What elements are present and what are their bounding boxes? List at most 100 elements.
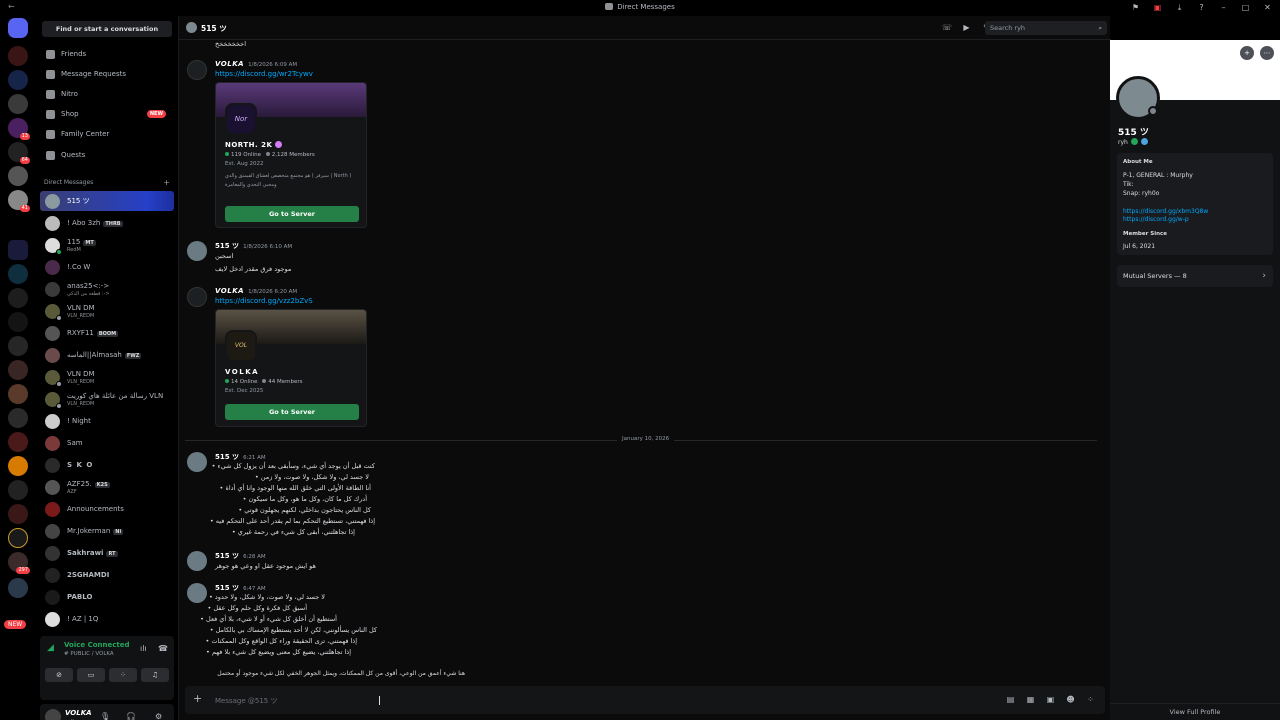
server-icon[interactable] [8, 384, 28, 404]
video-call-icon[interactable]: ▶ [962, 23, 971, 32]
download-icon[interactable]: ⤓ [1175, 3, 1184, 12]
minimize-icon[interactable]: – [1219, 3, 1228, 12]
dm-item[interactable]: رسالة من عائلة هاي كوريت VLN VLN_REDM [40, 389, 174, 409]
server-icon[interactable]: 13 [8, 118, 30, 140]
nav-shop[interactable]: Shop NEW [40, 105, 174, 123]
add-attachment-icon[interactable]: + [193, 693, 202, 705]
nav-message-requests[interactable]: Message Requests [40, 65, 174, 83]
server-icon[interactable] [8, 528, 28, 548]
sticker-icon[interactable]: ▣ [1046, 695, 1055, 704]
dm-item[interactable]: 115 MT RedM [40, 235, 174, 255]
create-dm-icon[interactable]: + [163, 178, 170, 187]
author-name[interactable]: 515 ツ [215, 552, 239, 560]
about-link[interactable]: https://discord.gg/w-p [1123, 216, 1189, 223]
server-icon[interactable] [8, 94, 28, 114]
invite-link[interactable]: https://discord.gg/wr2Tcywv [215, 70, 313, 78]
channel-name[interactable]: 515 ツ [201, 23, 227, 34]
avatar[interactable] [45, 709, 61, 720]
disconnect-icon[interactable]: ☎ [158, 644, 168, 653]
server-icon[interactable] [8, 336, 28, 356]
maximize-icon[interactable]: □ [1241, 3, 1250, 12]
message-input[interactable]: Message @515 ツ [215, 696, 278, 706]
search-input[interactable]: Search ryh ⌕ [985, 21, 1107, 35]
server-icon[interactable]: 297 [8, 552, 30, 574]
about-link[interactable]: https://discord.gg/xbm3Q8w [1123, 208, 1208, 215]
author-name[interactable]: VOLKA [215, 60, 244, 68]
server-icon[interactable] [8, 432, 28, 452]
server-icon[interactable] [8, 456, 28, 476]
dm-item[interactable]: VLN DM VLN_REDM [40, 301, 174, 321]
noise-suppression-icon[interactable]: ılı [140, 644, 147, 653]
username[interactable]: VOLKA [65, 709, 92, 717]
invite-link[interactable]: https://discord.gg/vzz2bZvS [215, 297, 313, 305]
nav-friends[interactable]: Friends [40, 45, 174, 63]
server-icon[interactable] [8, 288, 28, 308]
avatar[interactable] [187, 583, 207, 603]
settings-gear-icon[interactable]: ⚙ [155, 712, 162, 720]
dm-item[interactable]: ! Abo 3zh THRB [40, 213, 174, 233]
server-icon[interactable] [8, 312, 28, 332]
microphone-icon[interactable]: 🎙 [100, 712, 110, 720]
server-icon[interactable] [8, 166, 28, 186]
dm-item[interactable]: Announcements [40, 499, 174, 519]
author-name[interactable]: 515 ツ [215, 453, 239, 461]
server-icon[interactable]: 41 [8, 190, 30, 212]
server-icon[interactable] [8, 46, 28, 66]
camera-button[interactable]: ⊘ [45, 668, 73, 682]
profile-avatar[interactable] [1116, 76, 1160, 120]
server-icon[interactable] [8, 408, 28, 428]
server-icon[interactable] [8, 264, 28, 284]
dm-item[interactable]: 515 ツ [40, 191, 174, 211]
find-conversation-button[interactable]: Find or start a conversation [42, 21, 172, 37]
gif-icon[interactable]: ▦ [1026, 695, 1035, 704]
nav-family-center[interactable]: Family Center [40, 125, 174, 143]
server-folder[interactable] [8, 240, 28, 260]
nav-nitro[interactable]: Nitro [40, 85, 174, 103]
dm-item[interactable]: الماسه||Almasah FWZ [40, 345, 174, 365]
help-icon[interactable]: ? [1197, 3, 1206, 12]
server-icon[interactable] [8, 504, 28, 524]
author-name[interactable]: VOLKA [215, 287, 244, 295]
dm-item[interactable]: Sakhrawi RT [40, 543, 174, 563]
dm-item[interactable]: RXYF11 BOOM [40, 323, 174, 343]
dm-item[interactable]: ! Night [40, 411, 174, 431]
headphones-icon[interactable]: 🎧 [126, 712, 136, 720]
screen-share-button[interactable]: ▭ [77, 668, 105, 682]
add-friend-icon[interactable]: + [1240, 46, 1254, 60]
avatar[interactable] [187, 452, 207, 472]
nav-quests[interactable]: Quests [40, 146, 174, 164]
avatar[interactable] [187, 241, 207, 261]
dm-item[interactable]: VLN DM VLN_REDM [40, 367, 174, 387]
server-icon[interactable] [8, 578, 28, 598]
server-icon[interactable]: 64 [8, 142, 30, 164]
activities-button[interactable]: ⁘ [109, 668, 137, 682]
emoji-icon[interactable]: ☻ [1066, 695, 1075, 704]
dm-item[interactable]: Mr.Jokerman Ni [40, 521, 174, 541]
close-icon[interactable]: ✕ [1263, 3, 1272, 12]
dm-item[interactable]: PABLO [40, 587, 174, 607]
mutual-servers-button[interactable]: Mutual Servers — 8 › [1117, 265, 1273, 287]
server-icon[interactable] [8, 480, 28, 500]
dm-item[interactable]: S K O [40, 455, 174, 475]
soundboard-button[interactable]: ♫ [141, 668, 169, 682]
dm-item[interactable]: anas25<:-> قطعة من الذكي :-> [40, 279, 174, 299]
dm-item[interactable]: Sam [40, 433, 174, 453]
dm-item[interactable]: AZF25. K2S AZF [40, 477, 174, 497]
avatar[interactable] [187, 60, 207, 80]
avatar[interactable] [187, 287, 207, 307]
author-name[interactable]: 515 ツ [215, 242, 239, 250]
dm-item[interactable]: 2SGHAMDI [40, 565, 174, 585]
gift-icon[interactable]: ▤ [1006, 695, 1015, 704]
server-icon[interactable] [8, 70, 28, 90]
view-full-profile-link[interactable]: View Full Profile [1110, 703, 1280, 716]
screen-icon[interactable]: ▣ [1153, 3, 1162, 12]
flag-icon[interactable]: ⚑ [1131, 3, 1140, 12]
voice-call-icon[interactable]: ☏ [942, 23, 952, 32]
voice-channel[interactable]: # PUBLIC / VOLKA [64, 651, 114, 657]
dm-item[interactable]: !.Co W [40, 257, 174, 277]
author-name[interactable]: 515 ツ [215, 584, 239, 592]
message-composer[interactable]: + Message @515 ツ ▤ ▦ ▣ ☻ ⁘ [185, 686, 1105, 714]
go-to-server-button[interactable]: Go to Server [225, 206, 359, 222]
home-button[interactable] [8, 18, 28, 38]
more-options-icon[interactable]: ⋯ [1260, 46, 1274, 60]
